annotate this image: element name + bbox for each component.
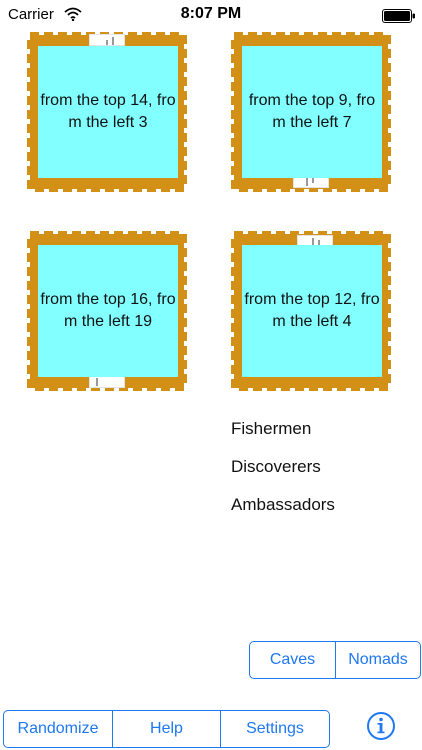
help-button[interactable]: Help [112,711,220,747]
word-item: Discoverers [231,457,321,476]
tile-label: from the top 12, from the left 4 [242,245,382,377]
word-item: Fishermen [231,419,312,438]
tile-label: from the top 16, from the left 19 [38,245,178,377]
tile-label: from the top 9, from the left 7 [242,46,382,178]
info-icon[interactable] [366,711,396,741]
segment-caves[interactable]: Caves [250,642,335,678]
mode-segmented-control: Caves Nomads [249,641,421,679]
segment-nomads[interactable]: Nomads [335,642,420,678]
tile-label: from the top 14, from the left 3 [38,46,178,178]
battery-icon [382,9,415,23]
stamp-tile[interactable]: from the top 12, from the left 4 [231,231,391,391]
settings-button[interactable]: Settings [220,711,329,747]
word-item: Ambassadors [231,495,335,514]
randomize-button[interactable]: Randomize [4,711,112,747]
tile-tab [89,34,125,46]
stamp-tile[interactable]: from the top 14, from the left 3 [27,32,187,192]
tile-tab [89,376,125,388]
stamp-tile[interactable]: from the top 16, from the left 19 [27,231,187,391]
toolbar-segmented-control: Randomize Help Settings [3,710,330,748]
status-bar: Carrier 8:07 PM [0,0,422,32]
stamp-tile[interactable]: from the top 9, from the left 7 [231,32,391,192]
status-time: 8:07 PM [180,5,242,22]
